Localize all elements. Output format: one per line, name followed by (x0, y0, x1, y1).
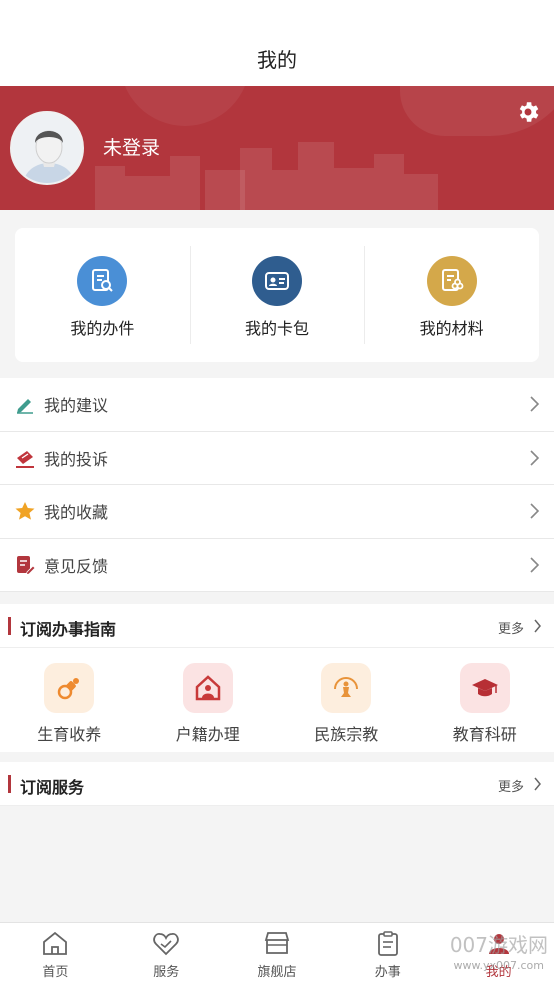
chevron-right-icon (530, 503, 540, 519)
chevron-right-icon[interactable] (533, 776, 542, 792)
section-header: 订阅服务 更多 (0, 762, 554, 806)
bottom-tab-bar: 首页 服务 旗舰店 办事 我的 007游戏网 www.yx007.com (0, 922, 554, 986)
guide-item-ethnic-religion[interactable]: 民族宗教 (277, 648, 416, 752)
site-watermark: 007游戏网 (449, 933, 548, 957)
chevron-right-icon (530, 449, 540, 466)
complaint-icon (16, 450, 34, 468)
guide-item-label: 教育科研 (452, 725, 517, 744)
home-icon (43, 931, 68, 955)
my-cases-button[interactable]: 我的办件 (15, 228, 190, 362)
tab-label: 服务 (153, 965, 180, 980)
tab-flagship-store[interactable]: 旗舰店 (222, 923, 333, 986)
menu-item-complaints[interactable]: 我的投诉 (0, 432, 554, 485)
document-search-icon (77, 256, 128, 306)
section-title: 订阅办事指南 (20, 620, 117, 639)
default-avatar-icon (12, 113, 82, 183)
graduation-cap-icon (459, 663, 510, 713)
guide-item-label: 户籍办理 (175, 725, 240, 744)
settings-gear-icon[interactable] (515, 99, 541, 125)
guide-item-label: 民族宗教 (314, 725, 379, 744)
store-icon (264, 932, 290, 954)
tab-services[interactable]: 服务 (111, 923, 222, 986)
guide-item-household-registration[interactable]: 户籍办理 (139, 648, 278, 752)
heart-hand-icon (153, 933, 179, 956)
guide-grid: 生育收养 户籍办理 民族宗教 教育科研 (0, 648, 554, 752)
my-cardholder-button[interactable]: 我的卡包 (189, 228, 365, 362)
my-materials-button[interactable]: 我的材料 (364, 228, 539, 362)
tab-home[interactable]: 首页 (0, 923, 111, 986)
profile-menu-list: 我的建议 我的投诉 我的收藏 意见反馈 (0, 378, 554, 592)
quick-action-label: 我的材料 (419, 319, 484, 338)
chevron-right-icon (530, 556, 540, 573)
section-title: 订阅服务 (20, 778, 85, 797)
star-icon (15, 502, 35, 520)
pacifier-icon (44, 663, 95, 713)
profile-banner: 未登录 (0, 86, 554, 210)
tab-affairs[interactable]: 办事 (332, 923, 443, 986)
pen-edit-icon (17, 399, 33, 414)
guide-item-education-research[interactable]: 教育科研 (416, 648, 554, 752)
tab-label: 首页 (42, 965, 69, 980)
quick-action-label: 我的办件 (70, 319, 135, 338)
menu-item-suggestions[interactable]: 我的建议 (0, 378, 554, 432)
praying-figure-icon (321, 663, 372, 713)
clipboard-icon (377, 931, 398, 956)
avatar[interactable] (10, 111, 84, 185)
more-link[interactable]: 更多 (498, 618, 524, 637)
menu-item-label: 我的投诉 (44, 449, 109, 469)
menu-item-label: 我的建议 (44, 396, 109, 416)
site-watermark-url: www.yx007.com (453, 959, 544, 972)
guide-item-label: 生育收养 (37, 725, 102, 744)
chevron-right-icon (530, 396, 540, 412)
guide-item-birth-adoption[interactable]: 生育收养 (0, 648, 139, 752)
section-accent-bar (8, 617, 11, 635)
menu-item-label: 意见反馈 (44, 556, 109, 576)
materials-doc-icon (426, 256, 477, 306)
house-person-icon (182, 663, 233, 713)
more-link[interactable]: 更多 (498, 776, 524, 795)
tab-label: 办事 (374, 965, 401, 980)
chevron-right-icon[interactable] (533, 618, 542, 634)
menu-item-label: 我的收藏 (44, 503, 109, 523)
menu-item-favorites[interactable]: 我的收藏 (0, 485, 554, 539)
feedback-doc-icon (17, 555, 36, 575)
guide-subscription-section: 订阅办事指南 更多 生育收养 户籍办理 民族宗教 教育科研 (0, 604, 554, 752)
login-status[interactable]: 未登录 (103, 133, 160, 160)
menu-item-feedback[interactable]: 意见反馈 (0, 539, 554, 592)
tab-label: 旗舰店 (257, 965, 297, 980)
quick-action-label: 我的卡包 (245, 319, 310, 338)
id-card-icon (252, 256, 302, 306)
page-title: 我的 (257, 48, 297, 72)
quick-actions-card: 我的办件 我的卡包 我的材料 (15, 228, 539, 362)
top-nav-bar: 我的 (0, 0, 554, 86)
section-accent-bar (8, 775, 11, 793)
service-subscription-section: 订阅服务 更多 (0, 762, 554, 806)
section-header: 订阅办事指南 更多 (0, 604, 554, 648)
